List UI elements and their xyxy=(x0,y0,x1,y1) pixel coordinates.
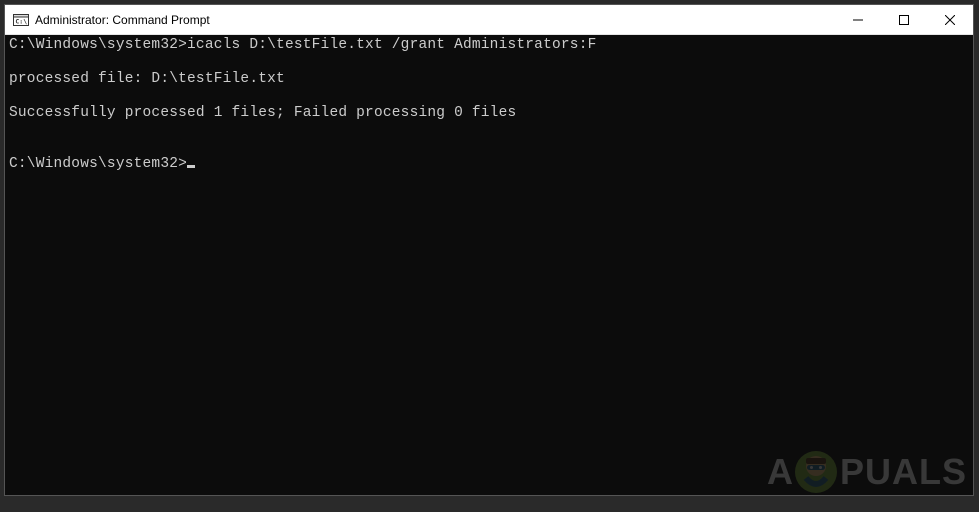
text-cursor xyxy=(187,165,195,168)
window-controls xyxy=(835,5,973,34)
terminal-line: C:\Windows\system32>icacls D:\testFile.t… xyxy=(9,37,969,54)
prompt: C:\Windows\system32> xyxy=(9,37,187,53)
window-title: Administrator: Command Prompt xyxy=(35,13,210,27)
close-button[interactable] xyxy=(927,5,973,34)
cmd-icon: C:\ xyxy=(13,12,29,28)
terminal-line: processed file: D:\testFile.txt xyxy=(9,71,969,88)
terminal-line: C:\Windows\system32> xyxy=(9,156,969,173)
svg-text:C:\: C:\ xyxy=(15,17,27,25)
maximize-button[interactable] xyxy=(881,5,927,34)
prompt: C:\Windows\system32> xyxy=(9,156,187,172)
terminal-output[interactable]: C:\Windows\system32>icacls D:\testFile.t… xyxy=(5,35,973,495)
terminal-line: Successfully processed 1 files; Failed p… xyxy=(9,105,969,122)
minimize-button[interactable] xyxy=(835,5,881,34)
command-text: icacls D:\testFile.txt /grant Administra… xyxy=(187,37,596,53)
command-prompt-window: C:\ Administrator: Command Prompt C:\Win… xyxy=(4,4,974,496)
titlebar[interactable]: C:\ Administrator: Command Prompt xyxy=(5,5,973,35)
